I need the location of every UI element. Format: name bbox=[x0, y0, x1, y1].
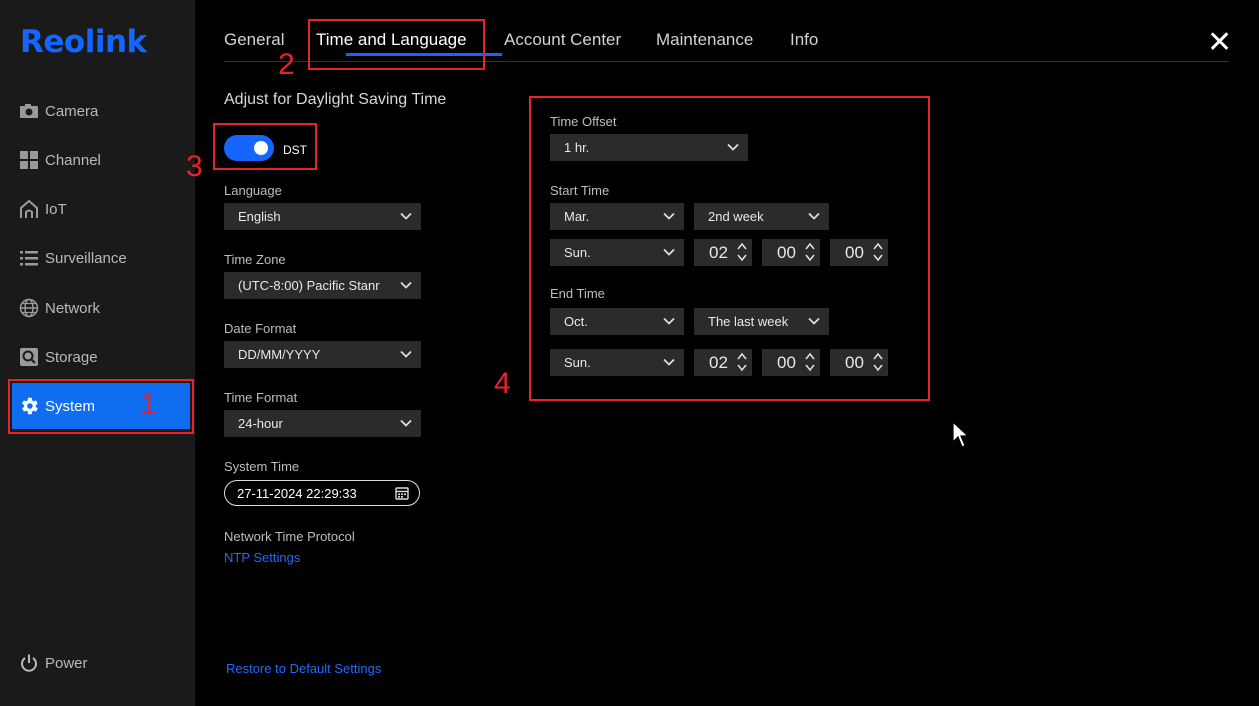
camera-icon bbox=[18, 100, 40, 122]
chevron-down-icon bbox=[400, 281, 412, 289]
sidebar-item-camera[interactable]: Camera bbox=[12, 89, 190, 133]
annotation-box-tab bbox=[308, 19, 485, 70]
annotation-number-1: 1 bbox=[140, 388, 157, 421]
home-icon bbox=[18, 198, 40, 220]
select-value: English bbox=[238, 209, 281, 224]
sidebar: Reolink Camera Channel IoT Surveillance … bbox=[0, 0, 195, 706]
timezone-select[interactable]: (UTC-8:00) Pacific Stanr bbox=[224, 272, 421, 299]
dst-section-title: Adjust for Daylight Saving Time bbox=[224, 91, 447, 108]
sidebar-item-network[interactable]: Network bbox=[12, 286, 190, 330]
restore-default-link[interactable]: Restore to Default Settings bbox=[226, 661, 381, 676]
sidebar-item-label: IoT bbox=[45, 200, 67, 218]
globe-icon bbox=[18, 297, 40, 319]
tab-maintenance[interactable]: Maintenance bbox=[656, 30, 753, 50]
tab-info[interactable]: Info bbox=[790, 30, 818, 50]
sidebar-item-iot[interactable]: IoT bbox=[12, 187, 190, 231]
time-format-label: Time Format bbox=[224, 390, 298, 405]
language-label: Language bbox=[224, 183, 282, 198]
tab-general[interactable]: General bbox=[224, 30, 284, 50]
grid-icon bbox=[18, 149, 40, 171]
date-format-select[interactable]: DD/MM/YYYY bbox=[224, 341, 421, 368]
sidebar-item-surveillance[interactable]: Surveillance bbox=[12, 236, 190, 280]
chevron-down-icon bbox=[400, 350, 412, 358]
date-format-label: Date Format bbox=[224, 321, 297, 336]
timezone-label: Time Zone bbox=[224, 252, 286, 267]
language-select[interactable]: English bbox=[224, 203, 421, 230]
chevron-down-icon bbox=[400, 212, 412, 220]
annotation-number-3: 3 bbox=[186, 150, 203, 183]
ntp-settings-link[interactable]: NTP Settings bbox=[224, 550, 300, 565]
time-format-select[interactable]: 24-hour bbox=[224, 410, 421, 437]
reolink-logo: Reolink bbox=[20, 24, 147, 60]
system-time-label: System Time bbox=[224, 459, 300, 474]
select-value: DD/MM/YYYY bbox=[238, 347, 321, 362]
sidebar-item-label: Storage bbox=[45, 348, 98, 366]
chevron-down-icon bbox=[400, 419, 412, 427]
annotation-box-dst-settings bbox=[529, 96, 930, 401]
sidebar-item-channel[interactable]: Channel bbox=[12, 138, 190, 182]
select-value: (UTC-8:00) Pacific Stanr bbox=[238, 278, 380, 293]
power-label: Power bbox=[45, 654, 88, 672]
annotation-number-4: 4 bbox=[494, 367, 511, 400]
sidebar-item-label: Camera bbox=[45, 102, 99, 120]
calendar-icon[interactable] bbox=[395, 486, 409, 500]
close-icon[interactable]: ✕ bbox=[1207, 25, 1232, 60]
select-value: 24-hour bbox=[238, 416, 283, 431]
list-icon bbox=[18, 247, 40, 269]
system-time-value: 27-11-2024 22:29:33 bbox=[237, 485, 357, 501]
annotation-box-system bbox=[8, 379, 194, 434]
sidebar-item-label: Network bbox=[45, 299, 101, 317]
storage-icon bbox=[18, 346, 40, 368]
annotation-number-2: 2 bbox=[278, 48, 295, 81]
sidebar-item-label: Surveillance bbox=[45, 249, 127, 267]
sidebar-item-storage[interactable]: Storage bbox=[12, 335, 190, 379]
system-time-field[interactable]: 27-11-2024 22:29:33 bbox=[224, 480, 420, 506]
power-icon bbox=[18, 652, 40, 674]
ntp-label: Network Time Protocol bbox=[224, 529, 355, 544]
annotation-box-dst bbox=[213, 123, 317, 170]
tab-account-center[interactable]: Account Center bbox=[504, 30, 621, 50]
power-button[interactable]: Power bbox=[12, 641, 190, 685]
sidebar-item-label: Channel bbox=[45, 151, 101, 169]
mouse-cursor-icon bbox=[952, 421, 970, 448]
